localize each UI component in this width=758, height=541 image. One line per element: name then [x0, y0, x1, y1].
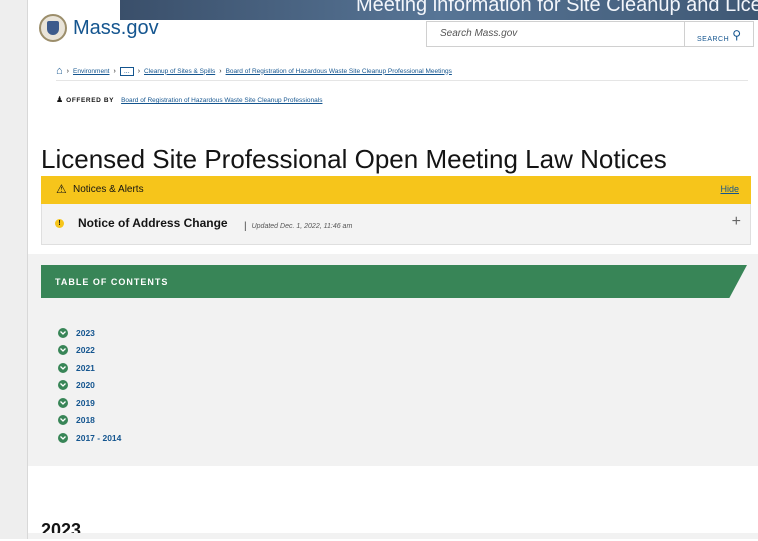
offered-by-org-link[interactable]: Board of Registration of Hazardous Waste… [121, 97, 322, 104]
toc-item-2019[interactable]: 2019 [58, 394, 121, 412]
toc-item-2023[interactable]: 2023 [58, 324, 121, 342]
chevron-down-icon [58, 362, 68, 373]
alerts-header: ⚠ Notices & Alerts Hide [41, 176, 751, 204]
search-icon: ⚲ [732, 28, 742, 42]
breadcrumb-cleanup[interactable]: Cleanup of Sites & Spills [144, 68, 215, 75]
chevron-down-icon [58, 397, 68, 408]
chevron-down-icon [58, 327, 68, 338]
left-window-edge [0, 0, 28, 539]
breadcrumb-expand-button[interactable]: ... [119, 66, 134, 76]
warning-icon: ⚠ [56, 182, 67, 196]
expand-plus-icon[interactable]: + [732, 213, 741, 231]
breadcrumb-board-meetings[interactable]: Board of Registration of Hazardous Waste… [226, 68, 452, 75]
person-icon: ♟ [56, 95, 64, 104]
toc-link: 2023 [76, 327, 95, 338]
breadcrumb-separator: › [66, 67, 69, 75]
toc-item-2017-2014[interactable]: 2017 - 2014 [58, 429, 121, 447]
alert-dot-icon: ! [55, 219, 64, 228]
toc-item-2022[interactable]: 2022 [58, 342, 121, 360]
chevron-down-icon [58, 380, 68, 391]
alert-updated: | Updated Dec. 1, 2022, 11:46 am [244, 221, 353, 232]
home-icon[interactable]: ⌂ [56, 65, 63, 77]
offered-by-label: OFFERED BY [66, 97, 115, 104]
toc-link: 2017 - 2014 [76, 432, 122, 443]
table-of-contents-section: TABLE OF CONTENTS 2023 2022 2021 2020 20… [28, 254, 758, 466]
toc-heading: TABLE OF CONTENTS [55, 277, 169, 287]
breadcrumb-separator: › [219, 67, 222, 75]
breadcrumb: ⌂ › Environment › ... › Cleanup of Sites… [56, 62, 748, 81]
search-button[interactable]: SEARCH ⚲ [685, 21, 754, 47]
hero-text: Meeting information for Site Cleanup and… [356, 0, 758, 16]
alerts-heading: Notices & Alerts [73, 184, 144, 195]
search-button-label: SEARCH [697, 36, 730, 43]
breadcrumb-environment[interactable]: Environment [73, 68, 110, 75]
hero-banner: Meeting information for Site Cleanup and… [120, 0, 758, 20]
chevron-down-icon [58, 345, 68, 356]
toc-link: 2022 [76, 345, 95, 356]
seal-icon [39, 14, 67, 42]
alert-item[interactable]: ! Notice of Address Change | Updated Dec.… [41, 204, 751, 245]
divider [28, 533, 758, 539]
offered-by: ♟ OFFERED BY Board of Registration of Haza… [56, 95, 322, 104]
breadcrumb-separator: › [137, 67, 141, 75]
page-title: Licensed Site Professional Open Meeting … [41, 144, 667, 175]
chevron-down-icon [58, 415, 68, 426]
toc-header: TABLE OF CONTENTS [41, 265, 747, 298]
toc-link: 2018 [76, 415, 95, 426]
toc-item-2021[interactable]: 2021 [58, 359, 121, 377]
alert-title: Notice of Address Change [78, 216, 228, 230]
toc-list: 2023 2022 2021 2020 2019 2018 2017 - 201… [58, 324, 121, 447]
toc-link: 2021 [76, 362, 95, 373]
hide-alerts-link[interactable]: Hide [720, 184, 739, 194]
page: Mass.gov Search Mass.gov SEARCH ⚲ ⌂ › Env… [28, 0, 758, 540]
search-input[interactable]: Search Mass.gov [426, 21, 685, 47]
toc-item-2018[interactable]: 2018 [58, 412, 121, 430]
chevron-down-icon [58, 432, 68, 443]
toc-link: 2019 [76, 397, 95, 408]
breadcrumb-separator: › [113, 67, 116, 75]
toc-link: 2020 [76, 380, 95, 391]
toc-item-2020[interactable]: 2020 [58, 377, 121, 395]
